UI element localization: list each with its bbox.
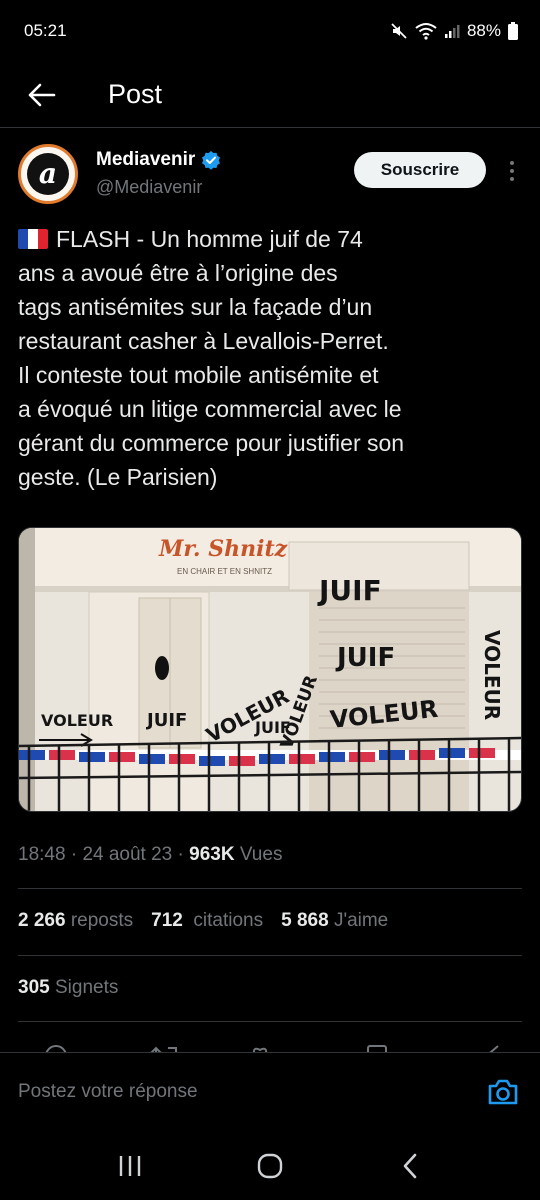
quotes-stat[interactable]: 712 citations [151, 910, 263, 932]
post-text-line: Il conteste tout mobile antisémite et [18, 362, 379, 388]
post-text-line: geste. (Le Parisien) [18, 464, 218, 490]
more-options-icon[interactable] [502, 158, 522, 184]
status-time: 05:21 [24, 21, 67, 40]
storefront-photo: Mr. Shnitz EN CHAIR ET EN SHNITZ VOLEUR … [19, 528, 521, 811]
status-bar: 05:21 88% [0, 0, 540, 62]
shop-name: Mr. Shnitz [158, 536, 288, 562]
camera-icon[interactable] [486, 1075, 520, 1109]
graffiti-text: VOLEUR [41, 711, 113, 730]
shop-tagline: EN CHAIR ET EN SHNITZ [177, 567, 272, 576]
mute-icon [391, 23, 407, 39]
views-label: Vues [239, 844, 283, 865]
status-icons: 88% [390, 21, 518, 41]
views-count[interactable]: 963K [189, 844, 234, 865]
battery-icon [508, 22, 518, 40]
post-meta: 18:48 · 24 août 23 · 963K Vues [18, 844, 283, 865]
divider [18, 888, 522, 889]
reply-input[interactable]: Postez votre réponse [18, 1081, 198, 1103]
likes-stat[interactable]: 5 868 J'aime [281, 910, 388, 932]
avatar[interactable]: a [18, 144, 78, 204]
battery-level: 88% [466, 21, 501, 40]
back-nav-button[interactable] [380, 1136, 440, 1196]
page-title: Post [108, 79, 163, 109]
post-time: 18:48 [18, 844, 66, 865]
recent-apps-icon [119, 1156, 141, 1176]
verified-badge-icon [202, 151, 221, 170]
home-button[interactable] [240, 1136, 300, 1196]
post-stats: 2 266 reposts 712 citations 5 868 J'aime [18, 910, 406, 932]
graffiti-text: JUIF [145, 710, 187, 731]
wifi-icon [415, 23, 437, 40]
system-nav-bar [0, 1132, 540, 1200]
action-row [18, 1040, 522, 1052]
author-handle[interactable]: @Mediavenir [96, 177, 202, 198]
divider [18, 1021, 522, 1022]
post-date: 24 août 23 [82, 844, 173, 865]
reposts-stat[interactable]: 2 266 reposts [18, 910, 133, 932]
graffiti-text: JUIF [335, 643, 395, 673]
divider [18, 955, 522, 956]
post-image[interactable]: Mr. Shnitz EN CHAIR ET EN SHNITZ VOLEUR … [18, 527, 522, 812]
top-bar: Post [0, 62, 540, 128]
post-text-line: FLASH - Un homme juif de 74 [18, 222, 518, 256]
reply-bar: Postez votre réponse [0, 1052, 540, 1132]
subscribe-button[interactable]: Souscrire [354, 152, 486, 188]
chevron-left-icon [403, 1153, 417, 1179]
graffiti-text: JUIF [317, 574, 382, 607]
post-text-line: gérant du commerce pour justifier son [18, 430, 405, 456]
post-text-line: a évoqué un litige commercial avec le [18, 396, 402, 422]
bookmarks-stat[interactable]: 305 Signets [18, 977, 118, 999]
post-author: a Mediavenir @Mediavenir Souscrire [18, 144, 522, 210]
post-text-line: ans a avoué être à l’origine des [18, 260, 338, 286]
avatar-letter: a [27, 153, 69, 195]
france-flag-icon [18, 229, 48, 249]
graffiti-text: VOLEUR [480, 630, 504, 720]
author-name-row[interactable]: Mediavenir [96, 149, 221, 171]
post-text-line: tags antisémites sur la façade d’un [18, 294, 373, 320]
signal-icon [444, 25, 460, 38]
back-button[interactable] [0, 62, 84, 128]
post-text: FLASH - Un homme juif de 74 ans a avoué … [18, 222, 518, 494]
author-name[interactable]: Mediavenir [96, 149, 195, 171]
post-text-line: restaurant casher à Levallois-Perret. [18, 328, 389, 354]
recent-apps-button[interactable] [100, 1136, 160, 1196]
home-icon [257, 1153, 283, 1179]
back-arrow-icon [28, 83, 56, 106]
